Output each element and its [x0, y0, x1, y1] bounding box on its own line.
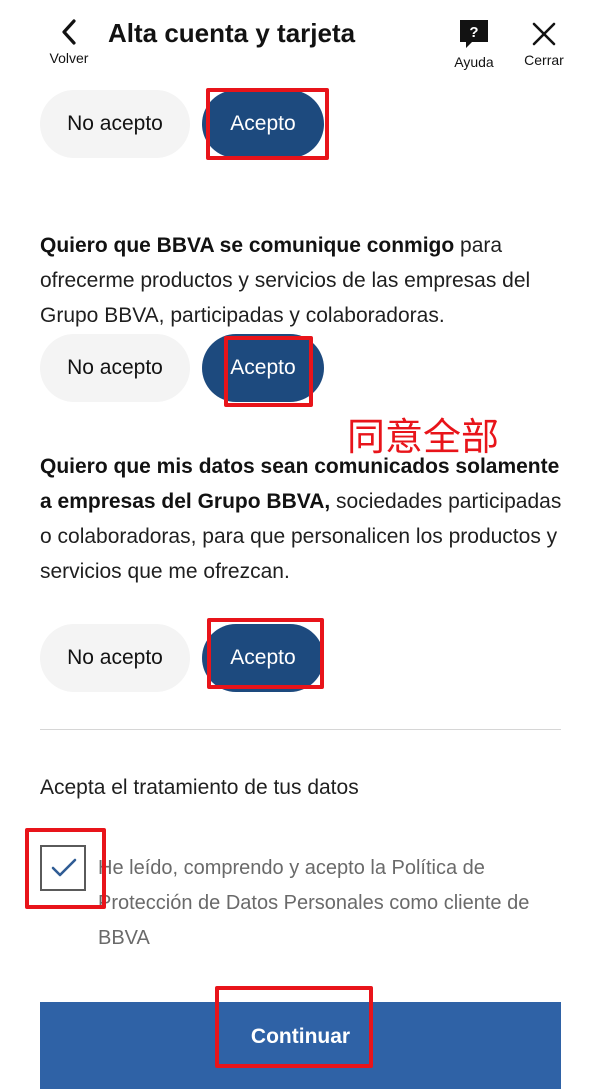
- close-button[interactable]: Cerrar: [516, 18, 572, 74]
- annotation-note: 同意全部: [347, 415, 500, 459]
- consent-title: Acepta el tratamiento de tus datos: [40, 776, 359, 799]
- decline-button[interactable]: No acepto: [40, 334, 190, 402]
- consent-text: He leído, comprendo y acepto la Política…: [98, 857, 530, 949]
- annotation-box: [207, 618, 324, 689]
- annotation-box: [25, 828, 106, 909]
- svg-text:?: ?: [469, 24, 478, 41]
- section-heading: Quiero que BBVA se comunique conmigo: [40, 234, 455, 257]
- annotation-box: [206, 88, 329, 160]
- decline-button[interactable]: No acepto: [40, 624, 190, 692]
- page-title: Alta cuenta y tarjeta: [108, 18, 356, 48]
- annotation-box: [215, 986, 373, 1068]
- top-bar: Volver Alta cuenta y tarjeta ? Ayuda Cer…: [0, 0, 603, 80]
- back-button[interactable]: Volver: [42, 18, 96, 74]
- decline-button[interactable]: No acepto: [40, 90, 190, 158]
- help-icon: ?: [460, 20, 488, 48]
- help-button[interactable]: ? Ayuda: [446, 18, 502, 74]
- divider: [40, 729, 561, 730]
- annotation-box: [224, 336, 313, 407]
- back-label: Volver: [49, 50, 89, 66]
- section-text-data-sharing: Quiero que mis datos sean comunicados so…: [40, 449, 570, 589]
- section-text-communication: Quiero que BBVA se comunique conmigo par…: [40, 228, 570, 333]
- chevron-left-icon: [62, 19, 76, 45]
- close-icon: [532, 22, 556, 46]
- close-label: Cerrar: [524, 52, 564, 68]
- help-label: Ayuda: [454, 54, 494, 70]
